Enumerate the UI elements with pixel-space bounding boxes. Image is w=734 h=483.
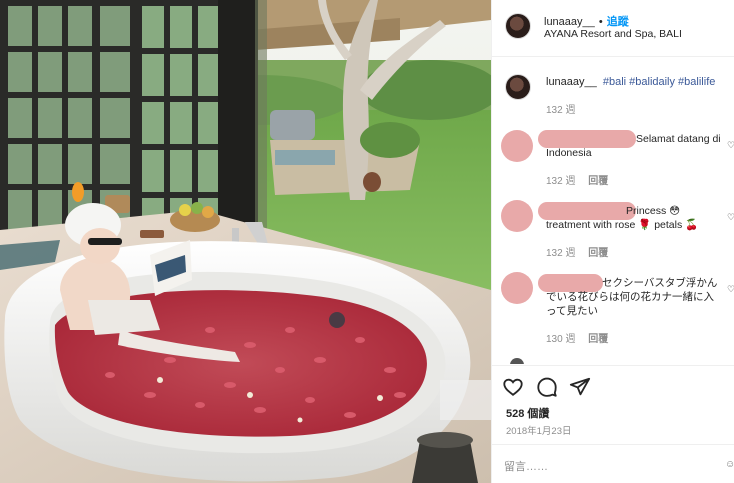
comment-timestamp: 132 週 [546,176,576,187]
post-side-panel: lunaaay__ • 追蹤 AYANA Resort and Spa, BAL… [491,0,734,483]
post-header: lunaaay__ • 追蹤 AYANA Resort and Spa, BAL… [492,0,734,57]
comment-input[interactable] [504,456,694,478]
caption-username[interactable]: lunaaay__ [546,76,597,88]
next-comment-avatar-partial [510,358,524,364]
author-line: lunaaay__ • 追蹤 [544,13,629,29]
speech-bubble-icon[interactable] [536,376,560,400]
comment-like-icon[interactable]: ♡ [727,140,734,150]
smiley-icon[interactable]: ☺ [725,459,734,475]
author-username[interactable]: lunaaay__ [544,16,595,28]
comment-text: Princess 😳 treatment with rose 🌹 petals … [546,205,699,231]
author-avatar[interactable] [505,13,531,39]
comment-timestamp: 130 週 [546,334,576,345]
heart-outline-icon[interactable] [502,376,526,400]
comment-text: セクシーバスタブ浮かんでいる花びらは何の花カナ一緒に入って見たい [546,277,718,317]
reply-button[interactable]: 回覆 [588,248,608,259]
comment-like-icon[interactable]: ♡ [727,212,734,222]
caption-avatar[interactable] [505,74,531,100]
comment-timestamp: 132 週 [546,248,576,259]
post-actions: 528 個讚 2018年1月23日 ☺ [492,365,734,483]
comment-meta: 130 週 回覆 [546,330,608,345]
location-link[interactable]: AYANA Resort and Spa, BALI [544,28,682,40]
caption-text: lunaaay__ #bali #balidaily #balilife [546,76,715,88]
comment-meta: 132 週 回覆 [546,244,608,259]
commenter-avatar-redacted[interactable] [501,200,533,232]
reply-button[interactable]: 回覆 [588,334,608,345]
likes-count[interactable]: 528 個讚 [506,405,549,421]
post-photo[interactable] [0,0,491,483]
post-date: 2018年1月23日 [506,426,572,437]
separator-dot: • [598,16,603,28]
follow-button[interactable]: 追蹤 [607,16,629,28]
comment-meta: 132 週 回覆 [546,172,608,187]
comment-like-icon[interactable]: ♡ [727,284,734,294]
commenter-avatar-redacted[interactable] [501,130,533,162]
caption-timestamp: 132 週 [546,105,576,116]
reply-button[interactable]: 回覆 [588,176,608,187]
paper-plane-icon[interactable] [569,376,593,400]
bathtub-scene-image [0,0,491,483]
comment-text: Selamat datang di Indonesia [546,133,721,159]
caption-hashtags[interactable]: #bali #balidaily #balilife [603,76,716,88]
commenter-avatar-redacted[interactable] [501,272,533,304]
comments-list[interactable]: lunaaay__ #bali #balidaily #balilife 132… [492,58,734,364]
add-comment-bar: ☺ [492,444,734,483]
